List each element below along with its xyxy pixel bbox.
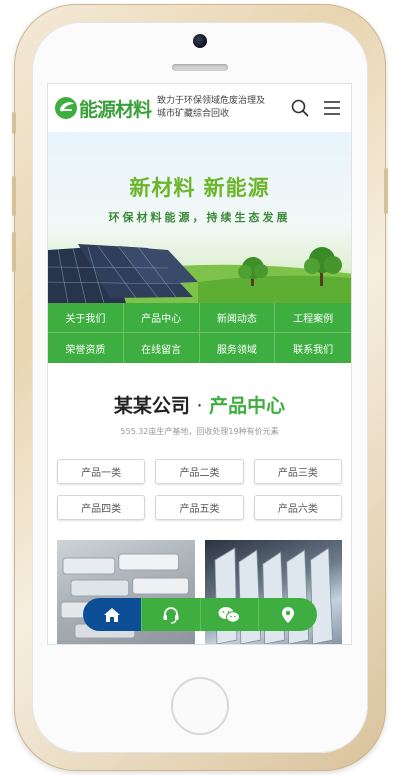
logo-text: 能源材料: [79, 98, 152, 121]
volume-up-button: [12, 176, 16, 216]
earpiece-speaker: [172, 64, 228, 71]
location-tab[interactable]: [259, 598, 317, 631]
nav-contact[interactable]: 联系我们: [275, 333, 351, 363]
category-button[interactable]: 产品二类: [155, 459, 244, 484]
banner-scene: [48, 244, 351, 303]
home-tab[interactable]: [83, 598, 142, 631]
service-tab[interactable]: [141, 598, 201, 631]
menu-icon[interactable]: [323, 99, 341, 117]
hero-banner[interactable]: 新材料 新能源 环保材料能源，持续生态发展: [48, 132, 351, 303]
home-button[interactable]: [171, 677, 229, 735]
nav-products[interactable]: 产品中心: [123, 303, 200, 333]
nav-cases[interactable]: 工程案例: [275, 303, 351, 333]
phone-screen: 能源材料 致力于环保领域危废治理及城市矿藏综合回收 新材料 新能源 环保材料能源…: [47, 83, 352, 645]
nav-services[interactable]: 服务领域: [200, 333, 276, 363]
power-button: [384, 168, 388, 214]
mute-switch: [12, 112, 16, 134]
location-icon: [282, 606, 295, 623]
nav-about[interactable]: 关于我们: [48, 303, 124, 333]
section-title: 某某公司 · 产品中心: [48, 391, 351, 418]
nav-honors[interactable]: 荣誉资质: [48, 333, 124, 363]
nav-message[interactable]: 在线留言: [124, 333, 200, 363]
header-slogan: 致力于环保领域危废治理及城市矿藏综合回收: [157, 96, 266, 119]
category-button[interactable]: 产品四类: [57, 495, 146, 520]
section-subtitle: 555.32亩生产基地，回收处理19种有价元素: [120, 427, 279, 436]
grass-foreground: [198, 275, 351, 303]
home-icon: [103, 607, 120, 622]
search-icon[interactable]: [291, 99, 309, 117]
volume-down-button: [12, 232, 16, 272]
category-grid: 产品一类 产品二类 产品三类 产品四类 产品五类 产品六类: [57, 459, 342, 520]
category-button[interactable]: 产品六类: [253, 495, 342, 520]
site-header: 能源材料 致力于环保领域危废治理及城市矿藏综合回收: [48, 84, 351, 132]
section-title-accent: 产品中心: [209, 395, 286, 417]
category-button[interactable]: 产品一类: [57, 459, 146, 484]
section-title-prefix: 某某公司: [113, 395, 190, 417]
main-nav: 关于我们 产品中心 新闻动态 工程案例 荣誉资质 在线留言 服务领域 联系我们: [48, 303, 351, 363]
nav-news[interactable]: 新闻动态: [199, 303, 276, 333]
site-logo[interactable]: 能源材料: [54, 95, 152, 122]
category-button[interactable]: 产品五类: [155, 495, 244, 520]
bottom-action-bar: [83, 598, 317, 631]
section-title-dot: ·: [196, 395, 203, 417]
category-button[interactable]: 产品三类: [253, 459, 342, 484]
leaf-logo-icon: [55, 97, 77, 119]
wechat-tab[interactable]: [200, 598, 260, 631]
headset-icon: [163, 606, 179, 624]
wechat-icon: [218, 606, 241, 623]
front-camera: [193, 34, 207, 48]
solar-panel-array: [48, 244, 198, 303]
